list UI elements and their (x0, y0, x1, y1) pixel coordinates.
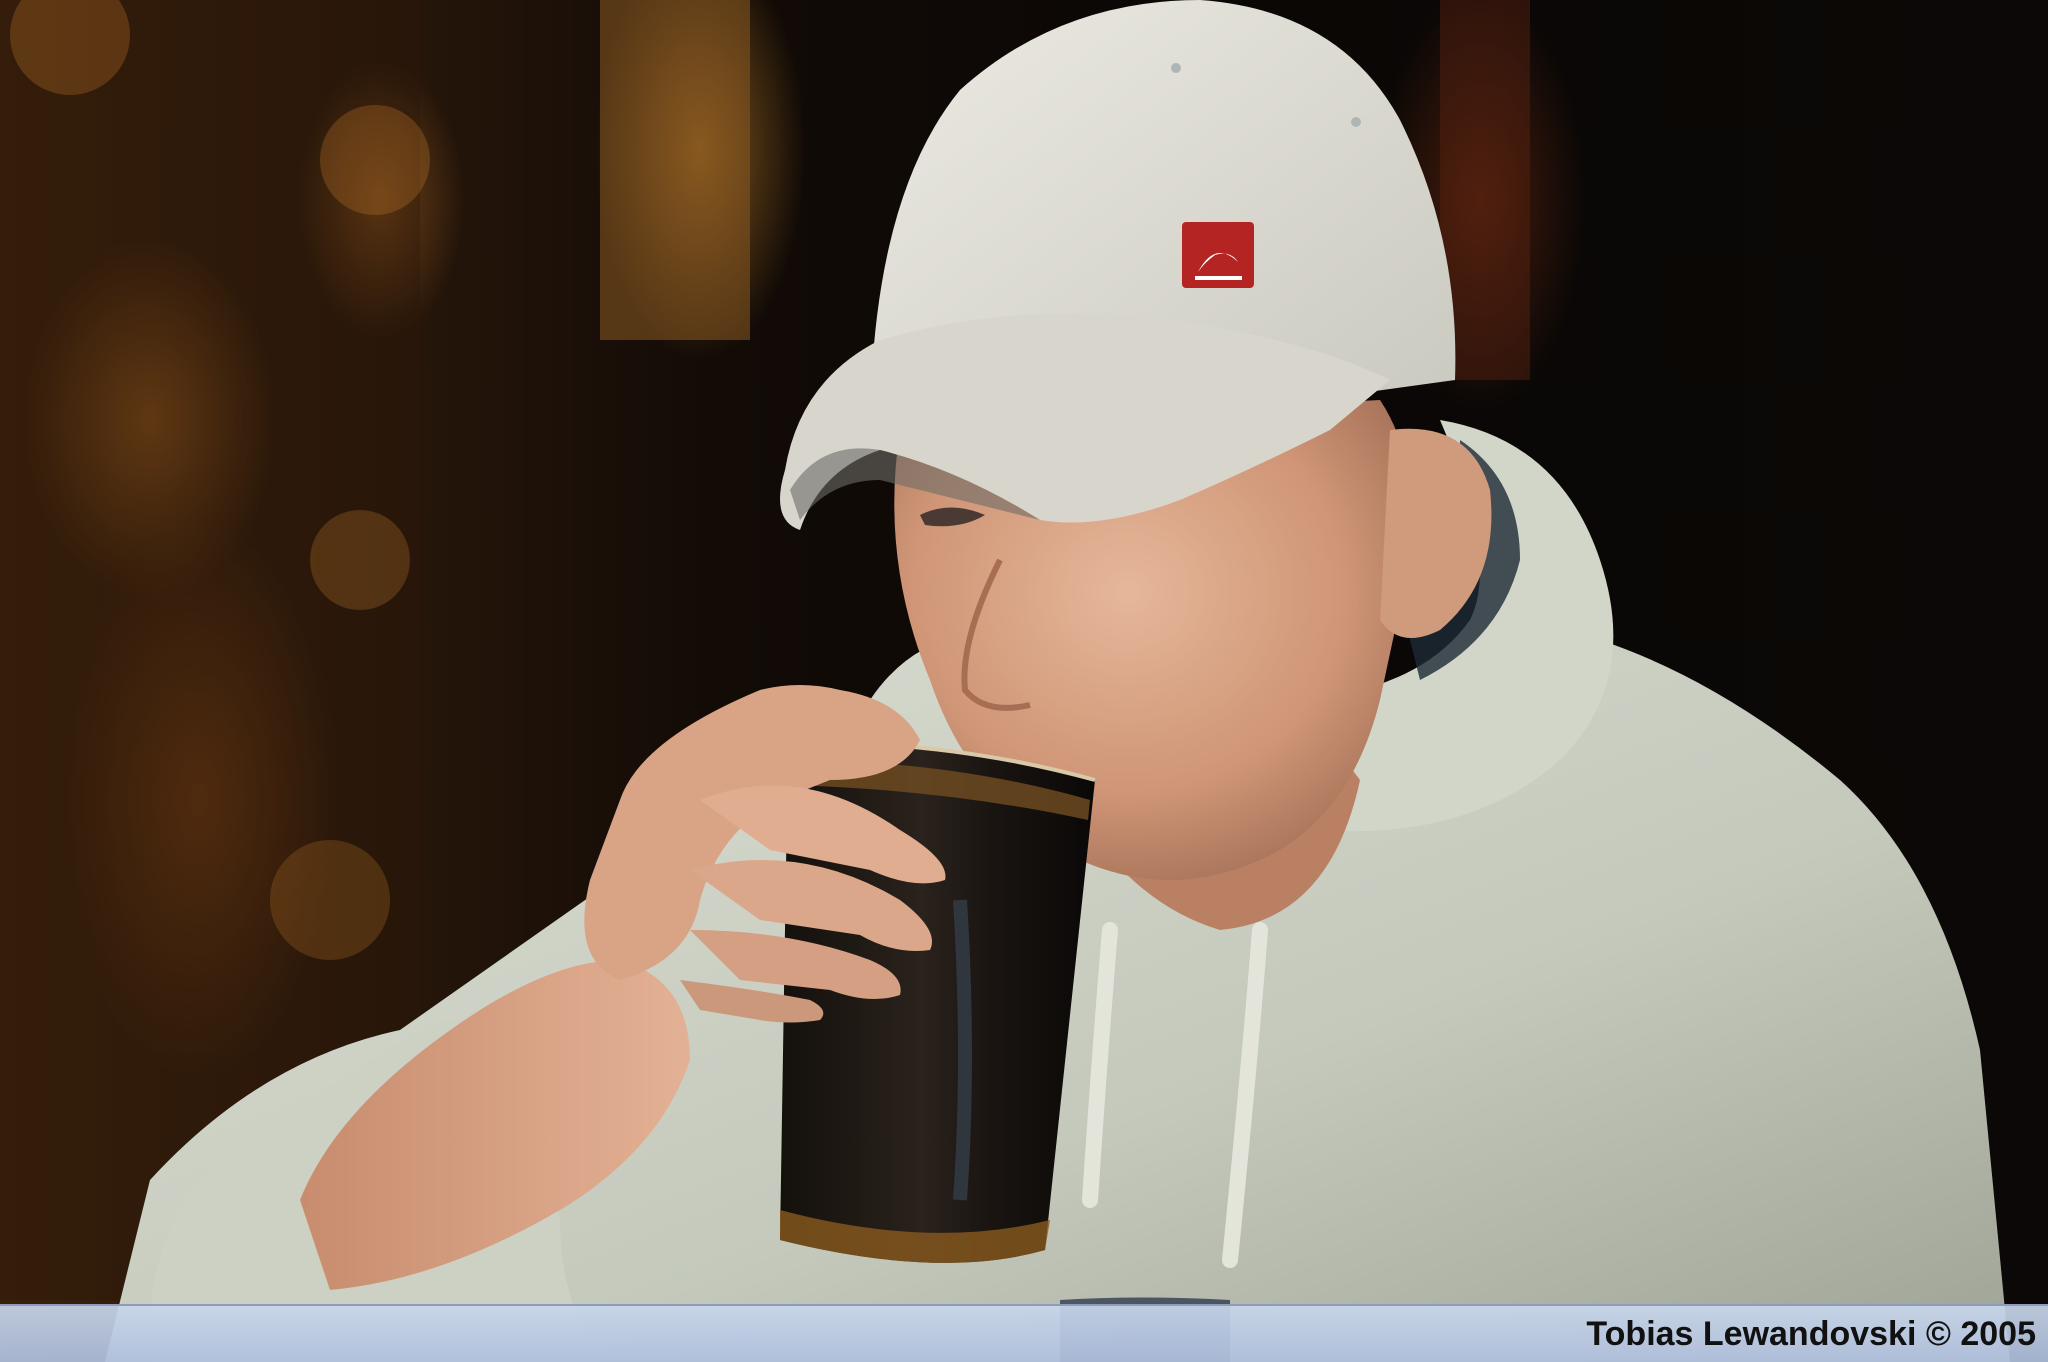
cap-logo-patch (1182, 222, 1254, 288)
glass-highlight (953, 899, 972, 1201)
caption-bar: Tobias Lewandovski © 2005 (0, 1304, 2048, 1362)
photo-scene (0, 0, 2010, 1362)
photo-credit: Tobias Lewandovski © 2005 (1586, 1315, 2036, 1353)
photo: Tobias Lewandovski © 2005 (0, 0, 2048, 1362)
